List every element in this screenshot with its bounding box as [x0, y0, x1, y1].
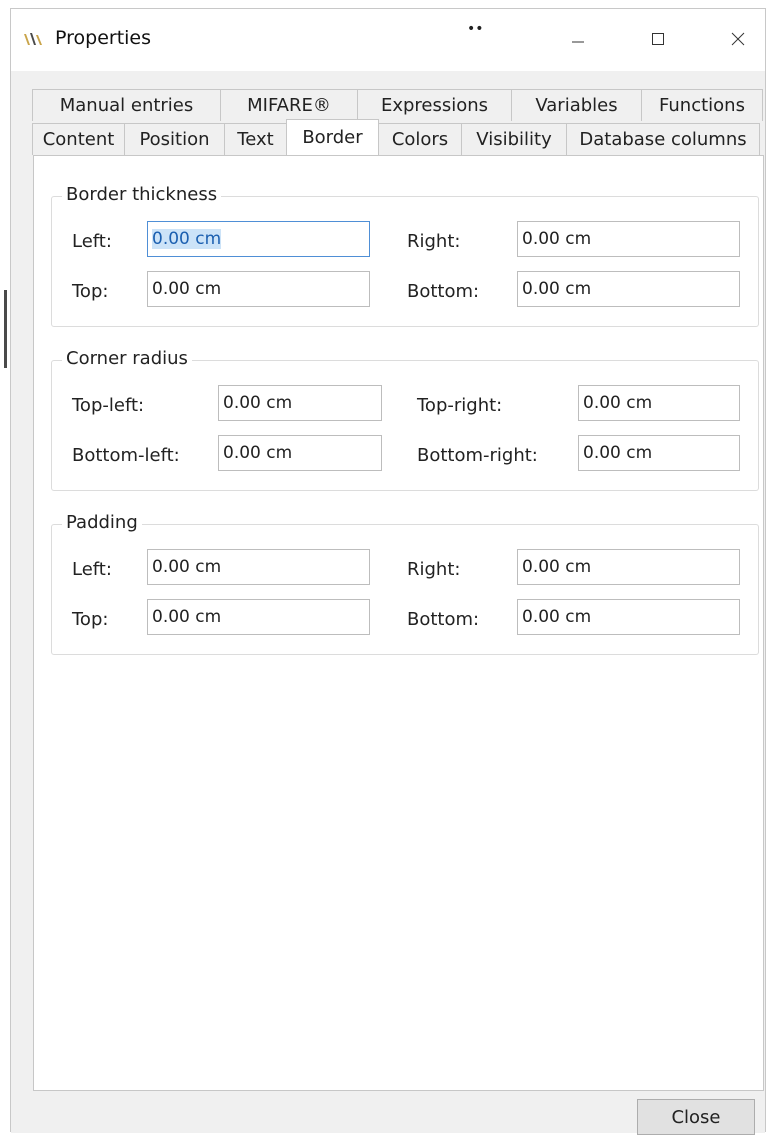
- border-left-input[interactable]: 0.00 cm: [147, 221, 370, 257]
- corner-top-left-input[interactable]: [218, 385, 382, 421]
- properties-dialog: Properties •• Manual entries MIFARE® Exp…: [10, 8, 766, 1135]
- border-left-value: 0.00 cm: [152, 229, 222, 249]
- border-bottom-input[interactable]: [517, 271, 740, 307]
- border-bottom-label: Bottom:: [407, 281, 480, 302]
- minimize-button[interactable]: [553, 23, 603, 57]
- corner-bottom-left-input[interactable]: [218, 435, 382, 471]
- padding-top-input[interactable]: [147, 599, 370, 635]
- tab-functions[interactable]: Functions: [641, 89, 763, 121]
- padding-title: Padding: [62, 512, 142, 533]
- window-title: Properties: [55, 27, 152, 49]
- corner-top-right-input[interactable]: [578, 385, 740, 421]
- border-thickness-title: Border thickness: [62, 184, 222, 205]
- border-tab-panel: Border thickness Left: 0.00 cm Right: To…: [33, 155, 764, 1091]
- tab-content[interactable]: Content: [32, 123, 125, 155]
- padding-left-input[interactable]: [147, 549, 370, 585]
- corner-radius-title: Corner radius: [62, 348, 192, 369]
- close-window-button[interactable]: [713, 23, 763, 57]
- background-edge: [4, 290, 7, 368]
- tab-border[interactable]: Border: [286, 119, 379, 155]
- tab-position[interactable]: Position: [124, 123, 225, 155]
- title-bar[interactable]: Properties ••: [11, 9, 765, 71]
- maximize-button[interactable]: [633, 23, 683, 57]
- corner-top-left-label: Top-left:: [72, 395, 145, 416]
- padding-group: Padding Left: Right: Top: Bottom:: [51, 512, 759, 655]
- tab-variables[interactable]: Variables: [511, 89, 642, 121]
- tab-colors[interactable]: Colors: [378, 123, 462, 155]
- padding-right-input[interactable]: [517, 549, 740, 585]
- padding-bottom-input[interactable]: [517, 599, 740, 635]
- padding-top-label: Top:: [72, 609, 109, 630]
- corner-bottom-right-input[interactable]: [578, 435, 740, 471]
- tab-text[interactable]: Text: [224, 123, 287, 155]
- close-button[interactable]: Close: [637, 1099, 755, 1135]
- padding-right-label: Right:: [407, 559, 461, 580]
- tab-database-columns[interactable]: Database columns: [566, 123, 760, 155]
- maximize-icon: [651, 31, 665, 50]
- tab-visibility[interactable]: Visibility: [461, 123, 567, 155]
- app-icon: [23, 31, 45, 47]
- border-top-input[interactable]: [147, 271, 370, 307]
- tab-row-front: Content Position Text Border Colors Visi…: [32, 119, 760, 155]
- tab-row-back: Manual entries MIFARE® Expressions Varia…: [32, 89, 763, 121]
- corner-top-right-label: Top-right:: [417, 395, 503, 416]
- tab-expressions[interactable]: Expressions: [357, 89, 512, 121]
- close-icon: [731, 31, 745, 50]
- tab-manual-entries[interactable]: Manual entries: [32, 89, 221, 121]
- title-indicator: ••: [467, 21, 484, 37]
- padding-bottom-label: Bottom:: [407, 609, 480, 630]
- minimize-icon: [571, 31, 585, 50]
- corner-bottom-right-label: Bottom-right:: [417, 445, 538, 466]
- corner-bottom-left-label: Bottom-left:: [72, 445, 180, 466]
- tab-mifare[interactable]: MIFARE®: [220, 89, 358, 121]
- corner-radius-group: Corner radius Top-left: Top-right: Botto…: [51, 348, 759, 491]
- border-left-label: Left:: [72, 231, 112, 252]
- border-right-input[interactable]: [517, 221, 740, 257]
- border-top-label: Top:: [72, 281, 109, 302]
- border-right-label: Right:: [407, 231, 461, 252]
- border-thickness-group: Border thickness Left: 0.00 cm Right: To…: [51, 184, 759, 327]
- padding-left-label: Left:: [72, 559, 112, 580]
